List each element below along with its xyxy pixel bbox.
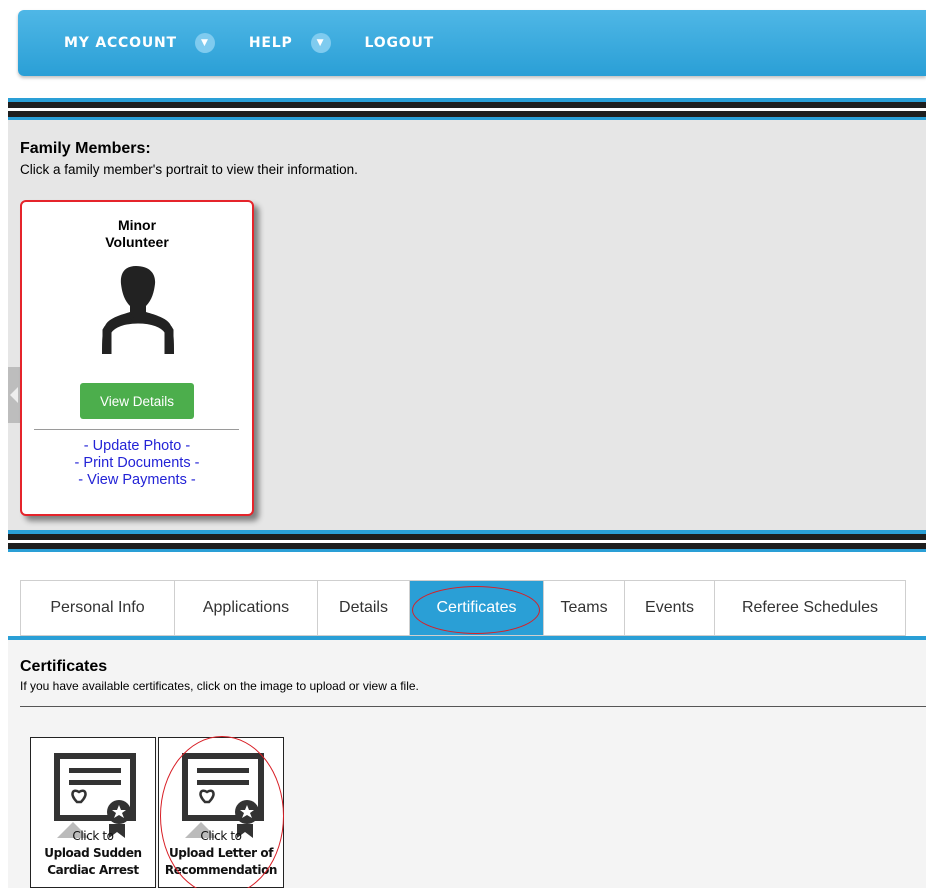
nav-help[interactable]: HELP ▼ — [249, 33, 331, 53]
certificates-divider — [20, 706, 926, 707]
tab-teams[interactable]: Teams — [543, 580, 624, 636]
nav-logout-label: LOGOUT — [364, 35, 434, 51]
chevron-down-icon[interactable]: ▼ — [310, 33, 331, 53]
certificate-label: Click to Upload Letter of Recommendation — [159, 828, 283, 879]
member-name-line1: Minor — [117, 217, 157, 233]
tab-details[interactable]: Details — [317, 580, 409, 636]
nav-help-label: HELP — [248, 35, 293, 51]
profile-tabs: Personal Info Applications Details Certi… — [20, 580, 906, 636]
certificates-section: Certificates If you have available certi… — [8, 640, 926, 888]
view-payments-link[interactable]: - View Payments - — [22, 472, 252, 489]
certificate-label-line1: Click to — [72, 829, 114, 843]
nav-logout[interactable]: LOGOUT — [365, 35, 434, 51]
certificate-icon — [54, 753, 136, 838]
top-nav-bar: MY ACCOUNT ▼ HELP ▼ LOGOUT — [18, 10, 926, 76]
certificate-label: Click to Upload Sudden Cardiac Arrest — [31, 828, 155, 879]
arrow-left-icon — [10, 387, 18, 403]
certificate-card-letter-of-recommendation[interactable]: Click to Upload Letter of Recommendation — [158, 737, 284, 888]
member-name: Minor Volunteer — [22, 217, 252, 251]
nav-my-account[interactable]: MY ACCOUNT ▼ — [64, 33, 215, 53]
stripe-divider — [8, 98, 926, 120]
member-name-line2: Volunteer — [105, 234, 169, 250]
certificate-label-line1: Click to — [200, 829, 242, 843]
print-documents-link[interactable]: - Print Documents - — [22, 455, 252, 472]
certificates-title: Certificates — [20, 658, 108, 675]
chevron-down-icon[interactable]: ▼ — [194, 33, 215, 53]
certificate-label-line2: Upload Sudden — [44, 846, 142, 860]
certificate-label-line3: Recommendation — [164, 863, 278, 877]
family-member-card[interactable]: Minor Volunteer View Details - Update Ph… — [20, 200, 254, 516]
view-details-button[interactable]: View Details — [80, 383, 194, 419]
person-silhouette-icon[interactable] — [96, 260, 180, 356]
tab-personal-info[interactable]: Personal Info — [20, 580, 174, 636]
family-members-title: Family Members: — [20, 140, 151, 157]
update-photo-link[interactable]: - Update Photo - — [22, 438, 252, 455]
tab-events[interactable]: Events — [624, 580, 714, 636]
certificate-icon — [182, 753, 264, 838]
member-links: - Update Photo - - Print Documents - - V… — [22, 438, 252, 489]
family-members-subtitle: Click a family member's portrait to view… — [20, 162, 358, 177]
tab-referee-schedules[interactable]: Referee Schedules — [714, 580, 906, 636]
certificate-label-line2: Upload Letter of — [168, 846, 274, 860]
family-members-section: Family Members: Click a family member's … — [8, 120, 926, 530]
card-divider — [34, 429, 239, 430]
stripe-divider — [8, 530, 926, 552]
certificate-label-line3: Cardiac Arrest — [47, 863, 139, 877]
tab-certificates[interactable]: Certificates — [409, 580, 543, 636]
tab-applications[interactable]: Applications — [174, 580, 317, 636]
certificates-subtitle: If you have available certificates, clic… — [20, 679, 419, 693]
nav-my-account-label: MY ACCOUNT — [64, 35, 177, 51]
certificate-card-sudden-cardiac-arrest[interactable]: Click to Upload Sudden Cardiac Arrest — [30, 737, 156, 888]
